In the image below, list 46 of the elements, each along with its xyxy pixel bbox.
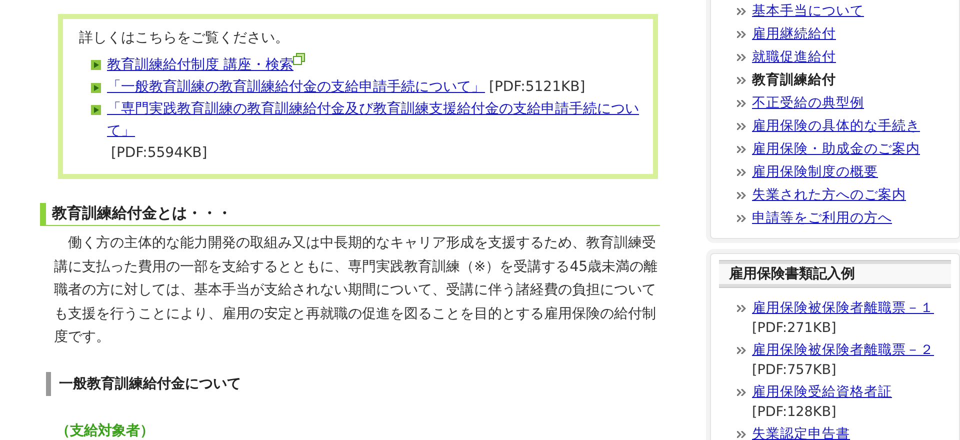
chevron-icon: [737, 54, 746, 61]
nav-link[interactable]: 申請等をご利用の方へ: [752, 207, 892, 230]
intro-text: 詳しくはこちらをご覧ください。: [79, 29, 290, 47]
nav-link[interactable]: 失業された方へのご案内: [752, 184, 906, 207]
nav-link[interactable]: 就職促進給付: [752, 46, 836, 69]
file-size: [PDF:757KB]: [752, 361, 838, 380]
chevron-icon: [737, 169, 746, 176]
form-link[interactable]: 雇用保険被保険者離職票－２: [752, 340, 934, 360]
chevron-icon: [737, 347, 746, 354]
nav-link[interactable]: 雇用保険制度の概要: [752, 161, 878, 184]
form-link[interactable]: 雇用保険受給資格者証: [752, 382, 892, 402]
chevron-icon: [737, 123, 746, 130]
nav-link[interactable]: 基本手当について: [752, 0, 864, 23]
chevron-icon: [737, 77, 746, 84]
bullet-icon: [91, 60, 101, 70]
bullet-icon: [91, 83, 101, 93]
chevron-icon: [737, 100, 746, 107]
form-link[interactable]: 失業認定申告書: [752, 424, 850, 440]
chevron-icon: [737, 192, 746, 199]
body-paragraph: 働く方の主体的な能力開発の取組み又は中長期的なキャリア形成を支援するため、教育訓練受講に支払った費用の一部を支給するとともに、専門実践教育訓練（※）を受講する45歳未満の離職者の方に対しては、基本手当が支給されない期間について、受講に伴う諸経費の負担についても支援を行うことにより、雇用の安定と再就職の促進を図ることを目的とする雇用保険の給付制度です。: [54, 234, 659, 347]
file-size: [PDF:128KB]: [752, 403, 838, 422]
bullet-icon: [91, 105, 101, 115]
chevron-icon: [737, 146, 746, 153]
section-heading: 教育訓練給付金とは・・・: [40, 203, 660, 226]
document-link[interactable]: 「専門実践教育訓練の教育訓練給付金及び教育訓練支援給付金の支給申請手続について」: [107, 98, 639, 142]
nav-link[interactable]: 雇用保険・助成金のご案内: [752, 138, 920, 161]
panel-title: 雇用保険書類記入例: [719, 260, 951, 288]
document-link[interactable]: 教育訓練給付制度 講座・検索: [107, 57, 294, 73]
file-size: [PDF:271KB]: [752, 319, 838, 338]
nav-link[interactable]: 雇用保険の具体的な手続き: [752, 115, 920, 138]
nav-link[interactable]: 不正受給の典型例: [752, 92, 864, 115]
file-size: [PDF:5594KB]: [111, 145, 208, 161]
chevron-icon: [737, 31, 746, 38]
chevron-icon: [737, 305, 746, 312]
subsection-heading: 一般教育訓練給付金について: [46, 372, 660, 396]
nav-link[interactable]: 雇用継続給付: [752, 23, 836, 46]
chevron-icon: [737, 8, 746, 15]
chevron-icon: [737, 431, 746, 438]
chevron-icon: [737, 215, 746, 222]
external-link-icon: [293, 53, 306, 65]
eligibility-label: （支給対象者）: [56, 422, 155, 440]
file-size: [PDF:5121KB]: [489, 79, 586, 95]
chevron-icon: [737, 389, 746, 396]
document-link[interactable]: 「一般教育訓練の教育訓練給付金の支給申請手続について」: [107, 79, 485, 95]
nav-link[interactable]: 教育訓練給付: [752, 69, 836, 92]
form-link[interactable]: 雇用保険被保険者離職票－１: [752, 298, 934, 318]
